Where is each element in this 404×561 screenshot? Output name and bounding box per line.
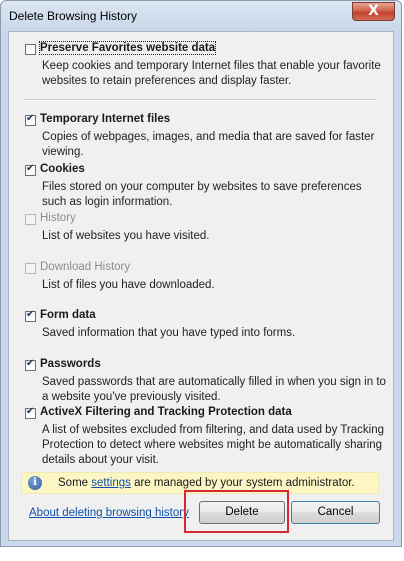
cancel-button[interactable]: Cancel bbox=[291, 501, 380, 524]
separator bbox=[25, 99, 377, 101]
dialog-title: Delete Browsing History bbox=[9, 9, 138, 23]
activex-filtering-checkbox[interactable] bbox=[25, 406, 36, 419]
preserve-favorites-description: Keep cookies and temporary Internet file… bbox=[42, 60, 381, 87]
temporary-internet-files-label[interactable]: Temporary Internet files bbox=[40, 113, 170, 125]
delete-button-highlight bbox=[184, 490, 289, 533]
settings-link[interactable]: settings bbox=[91, 477, 131, 489]
temporary-internet-files-description: Copies of webpages, images, and media th… bbox=[42, 131, 375, 158]
info-text-prefix: Some bbox=[58, 477, 92, 489]
cookies-checkbox[interactable] bbox=[25, 163, 36, 176]
form-data-label[interactable]: Form data bbox=[40, 309, 96, 321]
temporary-internet-files-checkbox[interactable] bbox=[25, 113, 36, 126]
passwords-description: Saved passwords that are automatically f… bbox=[42, 376, 386, 403]
close-icon: X bbox=[368, 3, 379, 19]
title-bar: Delete Browsing History X bbox=[1, 1, 401, 31]
passwords-checkbox[interactable] bbox=[25, 358, 36, 371]
close-button[interactable]: X bbox=[352, 2, 395, 21]
history-checkbox bbox=[25, 214, 36, 225]
history-description: List of websites you have visited. bbox=[42, 230, 210, 242]
form-data-description: Saved information that you have typed in… bbox=[42, 327, 296, 339]
passwords-label[interactable]: Passwords bbox=[40, 358, 101, 370]
cookies-description: Files stored on your computer by website… bbox=[42, 181, 362, 208]
dialog-content: Preserve Favorites website data Keep coo… bbox=[8, 31, 394, 541]
preserve-favorites-label[interactable]: Preserve Favorites website data bbox=[38, 41, 217, 55]
info-text-suffix: are managed by your system administrator… bbox=[130, 477, 355, 489]
cookies-label[interactable]: Cookies bbox=[40, 163, 85, 175]
info-bar-text: Some settings are managed by your system… bbox=[58, 477, 355, 489]
form-data-checkbox[interactable] bbox=[25, 309, 36, 322]
download-history-description: List of files you have downloaded. bbox=[42, 279, 215, 291]
activex-filtering-description: A list of websites excluded from filteri… bbox=[42, 424, 384, 466]
info-icon: i bbox=[28, 476, 42, 490]
download-history-label: Download History bbox=[40, 261, 131, 273]
about-deleting-history-link[interactable]: About deleting browsing history bbox=[29, 507, 189, 519]
preserve-favorites-checkbox[interactable] bbox=[25, 44, 36, 55]
history-label: History bbox=[40, 212, 76, 224]
delete-browsing-history-dialog: Delete Browsing History X Preserve Favor… bbox=[0, 0, 402, 547]
activex-filtering-label[interactable]: ActiveX Filtering and Tracking Protectio… bbox=[40, 406, 292, 418]
download-history-checkbox bbox=[25, 263, 36, 274]
